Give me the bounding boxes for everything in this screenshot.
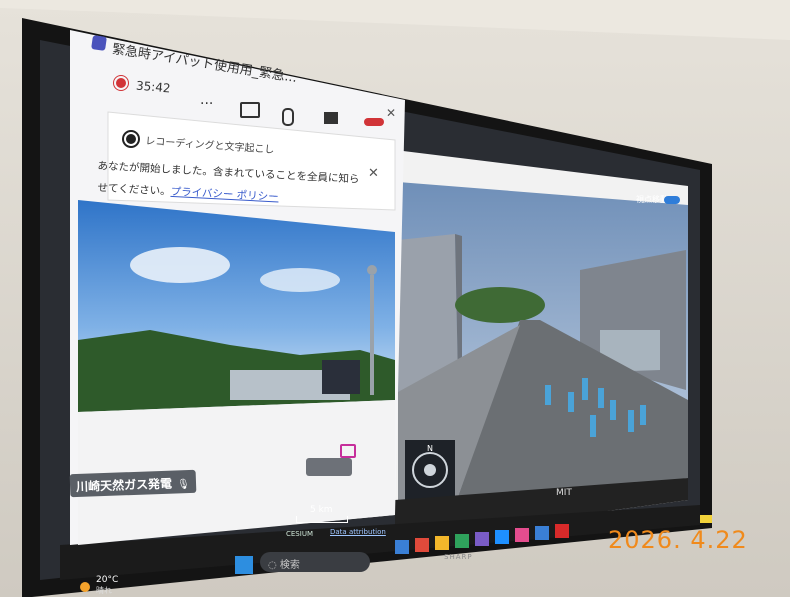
recording-banner-body-2: せてください。プライバシー ポリシー (97, 180, 279, 204)
compass-north-label: N (427, 444, 433, 453)
camera-off-icon[interactable] (240, 102, 260, 118)
map-scale-bar (296, 516, 348, 523)
weather-desc: 晴れ (96, 586, 112, 595)
raise-hand-icon[interactable] (340, 444, 356, 458)
recording-banner-icon (124, 132, 138, 146)
taskbar-search[interactable]: ◌ 検索 (268, 556, 300, 571)
recording-banner-body-2-text: せてください。 (97, 181, 171, 198)
data-attribution-link[interactable]: Data attribution (330, 528, 386, 536)
taskbar-search-placeholder: 検索 (279, 560, 300, 571)
monitor-brand-logo: SHARP (444, 553, 473, 561)
participant-mic-off-icon: 🎙 (176, 479, 191, 491)
close-window-icon[interactable]: ✕ (386, 106, 396, 120)
weather-widget[interactable]: 20°C 晴れ (96, 575, 118, 596)
recording-banner: レコーディングと文字起こし あなたが開始しました。含まれていることを全員に知ら … (97, 122, 400, 212)
weather-temp: 20°C (96, 575, 119, 585)
recording-banner-heading: レコーディングと文字起こし (144, 135, 275, 156)
teams-window: 緊急時アイパット使用用_緊急... 35:42 ... ✕ レコーディングと文字… (69, 30, 405, 545)
search-icon: ◌ (268, 560, 277, 571)
photo-date-stamp: 2026. 4.22 (608, 526, 748, 554)
map-bottom-label: MIT (556, 488, 572, 498)
privacy-policy-link[interactable]: プライバシー ポリシー (170, 186, 279, 204)
map-scale-label: 5 km (310, 505, 333, 515)
record-indicator-icon[interactable] (114, 76, 128, 90)
self-view-controls[interactable] (306, 458, 352, 476)
participant-tag: 川崎天然ガス発電 🎙 (69, 469, 197, 498)
viewpoint-toggle[interactable] (664, 196, 680, 204)
teams-icon (91, 35, 107, 51)
recording-timer: 35:42 (135, 78, 172, 96)
more-options-button[interactable]: ... (200, 92, 213, 108)
participant-name: 川崎天然ガス発電 (75, 476, 173, 494)
cesium-logo: CESIUM (286, 530, 313, 538)
start-button-icon[interactable] (235, 556, 253, 574)
weather-sun-icon (80, 582, 90, 592)
banner-close-icon[interactable]: ✕ (368, 166, 379, 181)
